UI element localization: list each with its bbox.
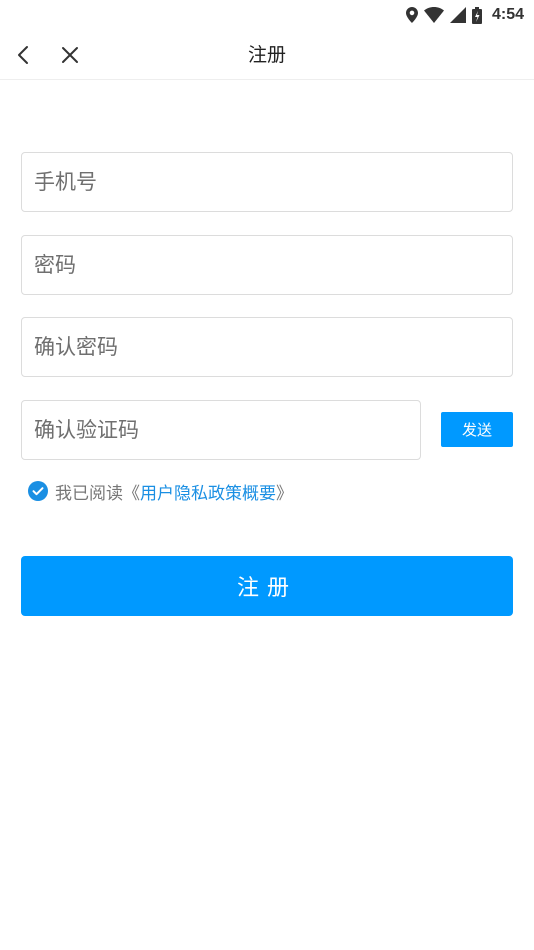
location-icon	[405, 7, 418, 23]
send-code-button[interactable]: 发送	[441, 412, 513, 447]
chevron-left-icon	[18, 46, 28, 64]
agreement-close-bracket: 》	[276, 483, 293, 504]
privacy-policy-link[interactable]: 用户隐私政策概要	[140, 479, 276, 504]
nav-bar: 注册	[0, 30, 534, 80]
password-field	[21, 235, 513, 295]
status-bar: 4:54	[0, 0, 534, 30]
battery-icon	[471, 6, 482, 24]
close-button[interactable]	[58, 43, 82, 67]
phone-input[interactable]	[22, 153, 512, 211]
agreement-row: 我已阅读 《 用户隐私政策概要 》	[28, 478, 293, 504]
back-button[interactable]	[12, 43, 36, 67]
phone-field	[21, 152, 513, 212]
password-input[interactable]	[22, 236, 512, 294]
agreement-open-bracket: 《	[123, 483, 140, 504]
wifi-icon	[423, 7, 444, 23]
status-icons: 4:54	[405, 5, 524, 25]
verification-code-input[interactable]	[22, 401, 420, 459]
status-time: 4:54	[491, 6, 524, 23]
register-button[interactable]: 注册	[21, 556, 513, 616]
agreement-prefix: 我已阅读	[55, 483, 123, 504]
verification-code-field	[21, 400, 421, 460]
close-icon	[62, 47, 78, 63]
confirm-password-input[interactable]	[22, 318, 512, 376]
checkbox-checked-icon[interactable]	[28, 481, 48, 501]
cellular-signal-icon	[449, 7, 466, 23]
confirm-password-field	[21, 317, 513, 377]
